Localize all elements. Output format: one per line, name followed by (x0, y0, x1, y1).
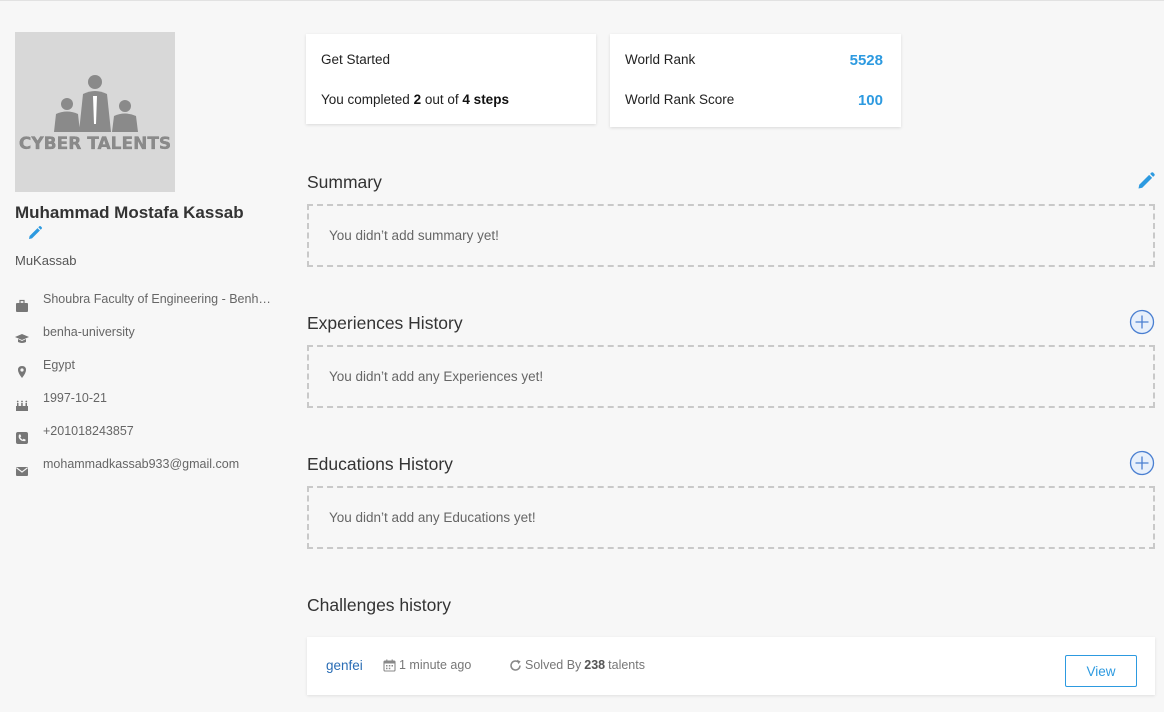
info-email-text: mohammadkassab933@gmail.com (43, 456, 240, 471)
summary-empty-text: You didn’t add summary yet! (329, 228, 499, 243)
view-challenge-button[interactable]: View (1065, 655, 1137, 687)
educations-empty-text: You didn’t add any Educations yet! (329, 510, 536, 525)
profile-full-name: Muhammad Mostafa Kassab (15, 203, 244, 222)
info-birthdate-text: 1997-10-21 (43, 390, 107, 405)
briefcase-icon (15, 299, 29, 313)
calendar-icon (383, 659, 396, 672)
map-pin-icon (15, 365, 29, 379)
info-country-text: Egypt (43, 357, 75, 372)
edit-name-pencil-icon[interactable] (27, 225, 43, 241)
info-item-birthdate: 1997-10-21 (15, 388, 285, 421)
cyber-talents-logo: CYBER TALENTS (15, 32, 175, 192)
educations-title: Educations History (307, 454, 453, 474)
refresh-icon (510, 659, 521, 671)
world-rank-label: World Rank (625, 52, 696, 67)
info-item-phone: +201018243857 (15, 421, 285, 454)
add-education-plus-icon[interactable] (1129, 450, 1155, 476)
challenge-time-text: 1 minute ago (399, 658, 472, 672)
get-started-card: Get Started You completed 2 out of 4 ste… (306, 34, 596, 124)
get-started-title: Get Started (321, 52, 391, 67)
solved-count-value: 238 (584, 658, 606, 672)
world-rank-card: World Rank 5528 World Rank Score 100 (610, 34, 901, 127)
get-started-progress: You completed 2 out of 4 steps (321, 92, 509, 107)
edit-summary-pencil-icon[interactable] (1136, 171, 1156, 191)
world-rank-value: 5528 (849, 52, 883, 69)
solved-suffix: talents (608, 658, 645, 672)
experiences-empty-text: You didn’t add any Experiences yet! (329, 369, 544, 384)
summary-empty-box: You didn’t add summary yet! (307, 204, 1155, 267)
info-university-text: benha-university (43, 324, 135, 339)
svg-text:CYBER TALENTS: CYBER TALENTS (19, 134, 171, 154)
info-organization-text: Shoubra Faculty of Engineering - Benha U… (43, 291, 275, 306)
world-rank-score-value: 100 (857, 92, 883, 109)
info-item-university: benha-university (15, 322, 285, 355)
progress-total-steps: 4 steps (462, 92, 509, 107)
challenge-name-link[interactable]: genfei (326, 658, 363, 673)
challenge-row: genfei 1 minute ago Solved By 238 talent… (307, 637, 1155, 695)
birthday-cake-icon (15, 398, 29, 412)
challenge-solved-count: Solved By 238 talents (509, 658, 645, 672)
phone-icon (15, 431, 29, 445)
progress-completed-count: 2 (413, 92, 422, 107)
profile-avatar: CYBER TALENTS (15, 32, 175, 192)
info-item-email: mohammadkassab933@gmail.com (15, 454, 285, 487)
info-item-country: Egypt (15, 355, 285, 388)
envelope-icon (15, 464, 29, 478)
summary-title: Summary (307, 172, 382, 192)
progress-middle: out of (424, 92, 459, 107)
graduation-cap-icon (15, 332, 29, 346)
profile-info-list: Shoubra Faculty of Engineering - Benha U… (15, 289, 285, 487)
solved-prefix: Solved By (525, 658, 582, 672)
profile-username: MuKassab (15, 253, 77, 268)
challenges-history-title: Challenges history (307, 595, 451, 615)
info-item-organization: Shoubra Faculty of Engineering - Benha U… (15, 289, 285, 322)
experiences-title: Experiences History (307, 313, 463, 333)
world-rank-score-label: World Rank Score (625, 92, 735, 107)
progress-prefix: You completed (321, 92, 410, 107)
experiences-empty-box: You didn’t add any Experiences yet! (307, 345, 1155, 408)
info-phone-text: +201018243857 (43, 423, 134, 438)
educations-empty-box: You didn’t add any Educations yet! (307, 486, 1155, 549)
add-experience-plus-icon[interactable] (1129, 309, 1155, 335)
challenge-time: 1 minute ago (383, 658, 471, 672)
